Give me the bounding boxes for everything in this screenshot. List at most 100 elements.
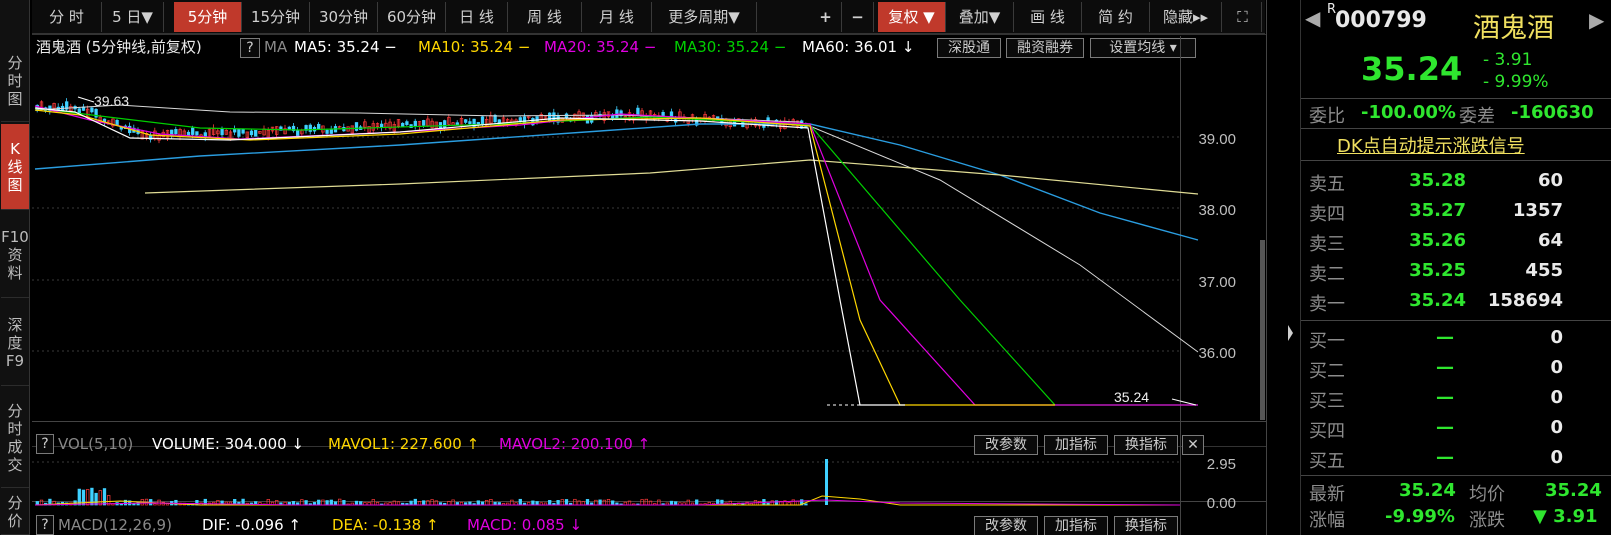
bid-label: 买三 bbox=[1309, 391, 1345, 412]
ask-row-2[interactable]: 卖二 35.25 455 bbox=[1301, 258, 1611, 286]
vol-title: VOL(5,10) bbox=[58, 435, 134, 453]
collapse-arrow-icon[interactable] bbox=[1288, 325, 1293, 341]
candle-body bbox=[90, 107, 94, 113]
stock-code: 000799 bbox=[1335, 8, 1427, 33]
bid-price: — bbox=[1436, 327, 1454, 348]
mavol2-value: MAVOL2: 200.100 ↑ bbox=[499, 435, 651, 453]
bid-row-1[interactable]: 买一 — 0 bbox=[1301, 325, 1611, 353]
volume-bar bbox=[695, 499, 699, 506]
volume-bar bbox=[804, 503, 808, 506]
divider bbox=[1301, 320, 1611, 321]
ask-price: 35.27 bbox=[1409, 200, 1466, 221]
ask-label: 卖二 bbox=[1309, 264, 1345, 285]
latest-label: 最新 bbox=[1309, 484, 1345, 505]
volume-bar bbox=[300, 499, 304, 506]
ma10-line bbox=[34, 109, 1055, 406]
ma60-line bbox=[34, 104, 1199, 353]
ask-label: 卖三 bbox=[1309, 234, 1345, 255]
bid-price: — bbox=[1436, 357, 1454, 378]
volume-bar bbox=[640, 499, 644, 506]
volume-bar bbox=[359, 501, 363, 506]
vol-help-button[interactable]: ? bbox=[36, 434, 54, 454]
macd-switch-indicator-button[interactable]: 换指标 bbox=[1114, 516, 1178, 535]
volume-bar bbox=[774, 500, 779, 506]
candle-body bbox=[422, 120, 426, 126]
bid-row-2[interactable]: 买二 — 0 bbox=[1301, 355, 1611, 383]
ask-volume: 64 bbox=[1537, 230, 1563, 251]
candle-body bbox=[308, 124, 312, 132]
ma-long-line bbox=[144, 159, 1199, 195]
volume-bar bbox=[560, 499, 564, 506]
candle-body bbox=[174, 129, 178, 135]
bid-row-3[interactable]: 买三 — 0 bbox=[1301, 385, 1611, 413]
ask-row-5[interactable]: 卖五 35.28 60 bbox=[1301, 168, 1611, 196]
volume-bars bbox=[35, 459, 828, 506]
weicha-label: 委差 bbox=[1459, 106, 1495, 127]
volume-bar bbox=[535, 501, 539, 506]
candle-body bbox=[611, 115, 615, 119]
volume-bar bbox=[325, 500, 329, 506]
ask-row-3[interactable]: 卖三 35.26 64 bbox=[1301, 228, 1611, 256]
ask-volume: 455 bbox=[1525, 260, 1563, 281]
ask-row-4[interactable]: 卖四 35.27 1357 bbox=[1301, 198, 1611, 226]
high-price-label: 39.63 bbox=[94, 93, 129, 109]
avg-label: 均价 bbox=[1469, 484, 1505, 505]
candle-body bbox=[480, 116, 485, 125]
bid-price: — bbox=[1436, 387, 1454, 408]
chg-label: 涨跌 bbox=[1469, 510, 1505, 531]
vol-close-icon[interactable]: ✕ bbox=[1182, 435, 1204, 455]
grid-lines bbox=[32, 136, 1180, 463]
volume-spike-bar bbox=[825, 459, 828, 505]
current-price: 35.24 bbox=[1361, 50, 1463, 88]
ask-volume: 1357 bbox=[1512, 200, 1563, 221]
bid-volume: 0 bbox=[1550, 447, 1563, 468]
candle-body bbox=[443, 120, 447, 129]
dif-value: DIF: -0.096 ↑ bbox=[202, 516, 301, 534]
avg-value: 35.24 bbox=[1545, 480, 1602, 501]
vol-switch-indicator-button[interactable]: 换指标 bbox=[1114, 435, 1178, 455]
mavol1-value: MAVOL1: 227.600 ↑ bbox=[328, 435, 480, 453]
volume-bar bbox=[371, 499, 375, 506]
high-price-arrow bbox=[77, 96, 95, 103]
candle-body bbox=[548, 112, 552, 122]
ma5-line bbox=[34, 107, 905, 406]
bid-volume: 0 bbox=[1550, 357, 1563, 378]
bid-row-5[interactable]: 买五 — 0 bbox=[1301, 445, 1611, 473]
bid-label: 买五 bbox=[1309, 451, 1345, 472]
last-price-arrow bbox=[1171, 398, 1197, 406]
ask-row-1[interactable]: 卖一 35.24 158694 bbox=[1301, 288, 1611, 316]
stock-name: 酒鬼酒 bbox=[1473, 13, 1554, 44]
prev-stock-arrow-icon[interactable]: ◀ bbox=[1305, 6, 1320, 30]
weibi-label: 委比 bbox=[1309, 106, 1345, 127]
candle-body bbox=[325, 129, 329, 134]
volume-bar bbox=[581, 501, 585, 506]
ask-volume: 60 bbox=[1537, 170, 1563, 191]
bid-label: 买二 bbox=[1309, 361, 1345, 382]
next-stock-arrow-icon[interactable]: ▶ bbox=[1589, 8, 1604, 32]
chart-scrollbar[interactable] bbox=[1260, 240, 1265, 420]
vol-add-indicator-button[interactable]: 加指标 bbox=[1044, 435, 1108, 455]
macd-edit-params-button[interactable]: 改参数 bbox=[974, 516, 1038, 535]
volume-bar bbox=[409, 500, 413, 506]
vol-tick-label: 0.00 bbox=[1207, 495, 1236, 512]
dea-value: DEA: -0.138 ↑ bbox=[332, 516, 439, 534]
bid-row-4[interactable]: 买四 — 0 bbox=[1301, 415, 1611, 443]
macd-add-indicator-button[interactable]: 加指标 bbox=[1044, 516, 1108, 535]
volume-panel-header: ? VOL(5,10) VOLUME: 304.000 ↓ MAVOL1: 22… bbox=[32, 433, 1204, 455]
macd-value: MACD: 0.085 ↓ bbox=[467, 516, 583, 534]
volume-bar bbox=[644, 498, 648, 506]
volume-bar bbox=[132, 503, 136, 506]
vol-edit-params-button[interactable]: 改参数 bbox=[974, 435, 1038, 455]
volume-bar bbox=[791, 499, 795, 506]
price-change: - 3.91 bbox=[1483, 50, 1533, 70]
candle-body bbox=[401, 122, 405, 127]
candle-body bbox=[468, 121, 472, 124]
ask-price: 35.25 bbox=[1409, 260, 1466, 281]
dk-signal-link[interactable]: DK点自动提示涨跌信号 bbox=[1337, 132, 1525, 158]
macd-help-button[interactable]: ? bbox=[36, 515, 54, 535]
volume-bar bbox=[329, 499, 333, 506]
volume-bar bbox=[669, 500, 674, 506]
volume-bar bbox=[413, 498, 417, 506]
candle-body bbox=[552, 112, 556, 122]
ask-label: 卖一 bbox=[1309, 294, 1345, 315]
